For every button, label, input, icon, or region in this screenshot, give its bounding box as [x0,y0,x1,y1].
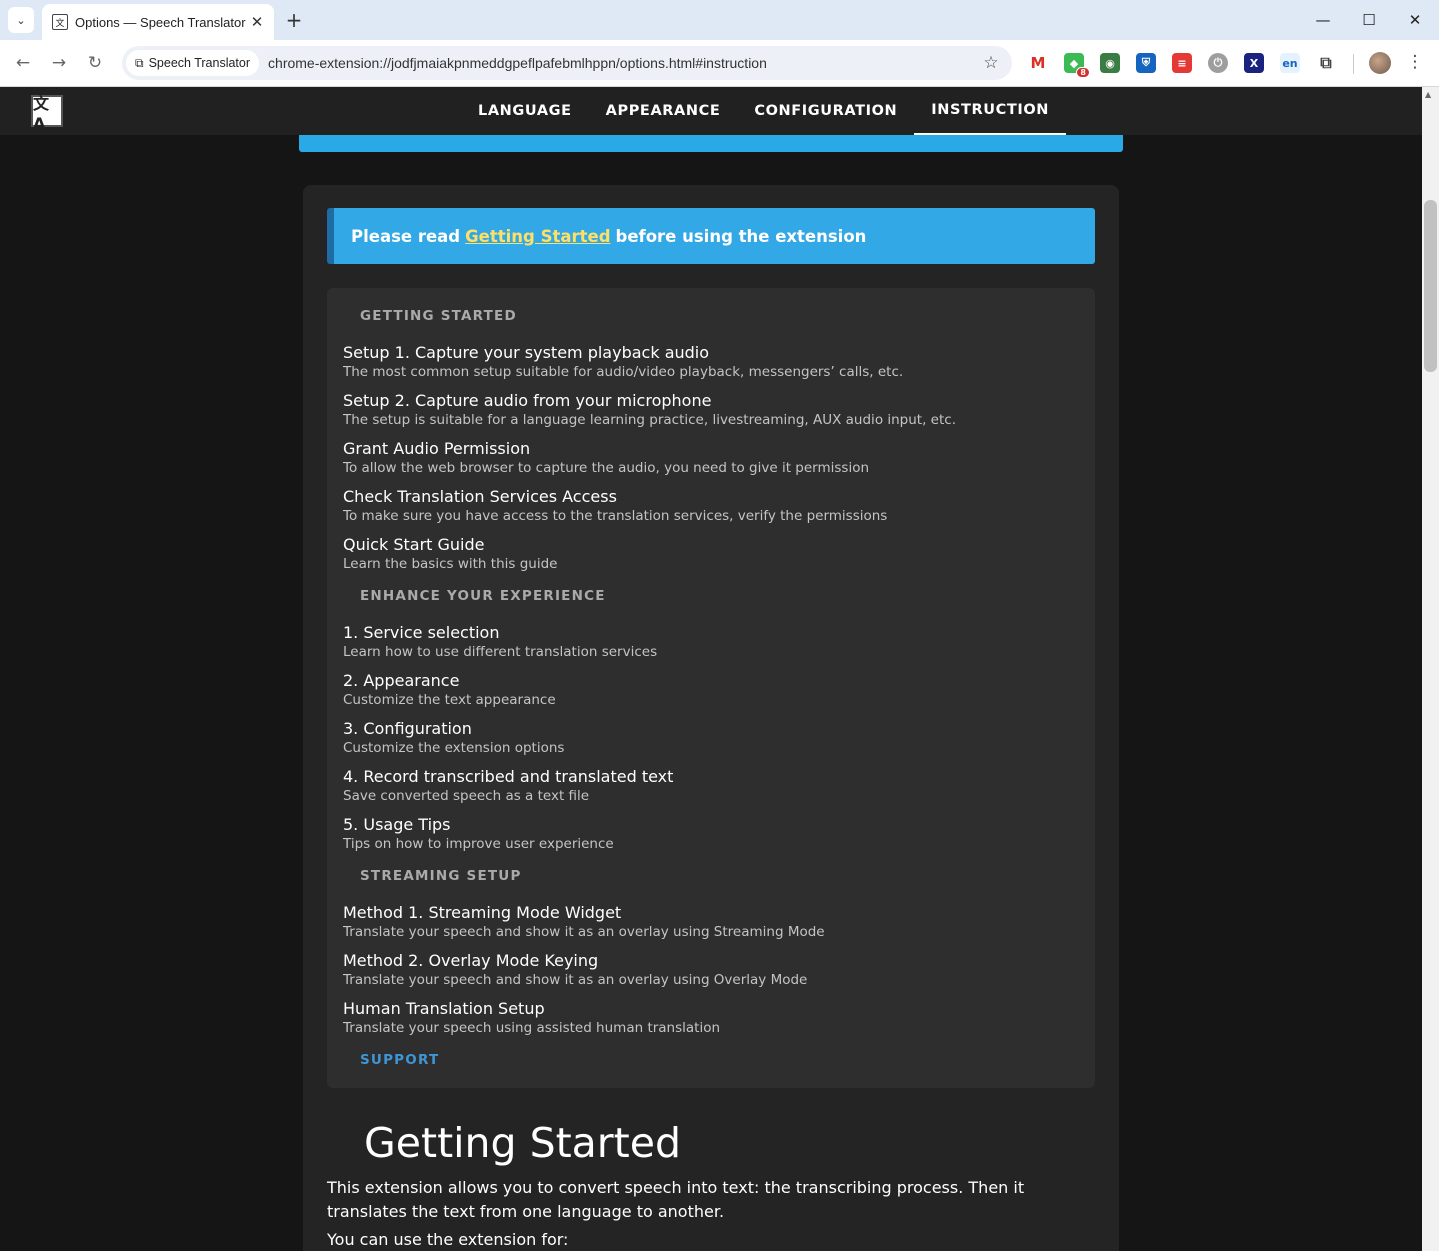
minimize-icon[interactable]: — [1308,6,1338,34]
options-nav: LANGUAGE APPEARANCE CONFIGURATION INSTRU… [461,87,1067,135]
back-icon[interactable]: ← [10,50,36,76]
getting-started-heading: Getting Started [364,1119,681,1167]
speech-translator-extension-icon[interactable]: en [1280,53,1300,73]
tab-appearance[interactable]: APPEARANCE [589,87,738,135]
toc-item-overlay-keying[interactable]: Method 2. Overlay Mode Keying Translate … [343,951,1083,990]
toc-item-appearance[interactable]: 2. Appearance Customize the text appeara… [343,671,1083,710]
toc-item-configuration[interactable]: 3. Configuration Customize the extension… [343,719,1083,758]
checker-extension-icon[interactable]: ◆ 8 [1064,53,1090,78]
bitwarden-extension-icon[interactable]: ⛨ [1136,53,1156,73]
toc-item-streaming-widget[interactable]: Method 1. Streaming Mode Widget Translat… [343,903,1083,942]
extension-puzzle-icon: ⧉ [135,55,144,70]
toc-item-usage-tips[interactable]: 5. Usage Tips Tips on how to improve use… [343,815,1083,854]
chevron-down-icon: ⌄ [16,13,26,27]
more-menu-icon[interactable]: ⋮ [1404,52,1426,74]
address-bar[interactable]: ⧉ Speech Translator chrome-extension://j… [122,46,1012,80]
extension-badge: 8 [1076,67,1090,78]
info-banner-bottom [299,135,1123,152]
scroll-thumb[interactable] [1424,200,1437,372]
tab-configuration[interactable]: CONFIGURATION [737,87,914,135]
toc-item-service-selection[interactable]: 1. Service selection Learn how to use di… [343,623,1083,662]
app-bar: 文A LANGUAGE APPEARANCE CONFIGURATION INS… [0,87,1422,135]
read-first-alert: Please read Getting Started before using… [327,208,1095,264]
tab-strip: ⌄ 文 Options — Speech Translator ✕ + — ☐ … [0,0,1439,40]
toc-item-check-access[interactable]: Check Translation Services Access To mak… [343,487,1083,526]
scroll-up-icon[interactable]: ▲ [1425,90,1431,99]
alert-suffix: before using the extension [615,226,867,246]
todoist-extension-icon[interactable]: ≡ [1172,53,1192,73]
bookmark-star-icon[interactable]: ☆ [976,53,1006,73]
tab-language[interactable]: LANGUAGE [461,87,589,135]
browser-tab[interactable]: 文 Options — Speech Translator ✕ [42,4,274,40]
extensions-puzzle-icon[interactable]: ⧉ [1316,53,1336,73]
translate-logo-icon: 文A [31,94,63,133]
reload-icon[interactable]: ↻ [82,50,108,76]
instruction-card: Please read Getting Started before using… [303,185,1119,1251]
url-text[interactable]: chrome-extension://jodfjmaiakpnmeddgpefl… [268,55,976,71]
tab-title: Options — Speech Translator [75,14,246,30]
usage-paragraph: You can use the extension for: [327,1230,569,1249]
toc-header-streaming: STREAMING SETUP [360,868,522,884]
gmail-extension-icon[interactable]: M [1028,53,1048,73]
new-tab-button[interactable]: + [282,8,306,32]
toc-item-setup-2[interactable]: Setup 2. Capture audio from your microph… [343,391,1083,430]
window-close-icon[interactable]: ✕ [1400,6,1430,34]
site-info-chip[interactable]: ⧉ Speech Translator [126,50,260,76]
toc-header-enhance: ENHANCE YOUR EXPERIENCE [360,588,606,604]
toolbar-divider [1353,54,1354,74]
tab-search-button[interactable]: ⌄ [8,7,34,33]
forward-icon[interactable]: → [46,50,72,76]
toc-item-human-translation[interactable]: Human Translation Setup Translate your s… [343,999,1083,1038]
site-chip-label: Speech Translator [148,56,251,70]
options-page: 文A LANGUAGE APPEARANCE CONFIGURATION INS… [0,87,1422,1251]
translate-favicon-icon: 文 [52,14,68,30]
toc-item-record[interactable]: 4. Record transcribed and translated tex… [343,767,1083,806]
profile-avatar[interactable] [1369,52,1391,74]
close-tab-icon[interactable]: ✕ [246,11,268,33]
table-of-contents: GETTING STARTED Setup 1. Capture your sy… [327,288,1095,1088]
toc-support-link[interactable]: SUPPORT [360,1052,439,1068]
toc-item-grant-permission[interactable]: Grant Audio Permission To allow the web … [343,439,1083,478]
power-extension-icon[interactable]: ⏻ [1208,53,1228,73]
tab-instruction[interactable]: INSTRUCTION [914,87,1067,135]
page-scrollbar[interactable]: ▲ [1422,87,1439,1251]
getting-started-link[interactable]: Getting Started [465,227,610,246]
alert-prefix: Please read [351,226,461,246]
intro-paragraph: This extension allows you to convert spe… [327,1178,1025,1221]
toc-item-setup-1[interactable]: Setup 1. Capture your system playback au… [343,343,1083,382]
toc-header-getting-started: GETTING STARTED [360,308,517,324]
camera-extension-icon[interactable]: ◉ [1100,53,1120,73]
x-extension-icon[interactable]: X [1244,53,1264,73]
maximize-icon[interactable]: ☐ [1354,6,1384,34]
browser-toolbar: ← → ↻ ⧉ Speech Translator chrome-extensi… [0,40,1439,87]
toc-item-quick-start[interactable]: Quick Start Guide Learn the basics with … [343,535,1083,574]
